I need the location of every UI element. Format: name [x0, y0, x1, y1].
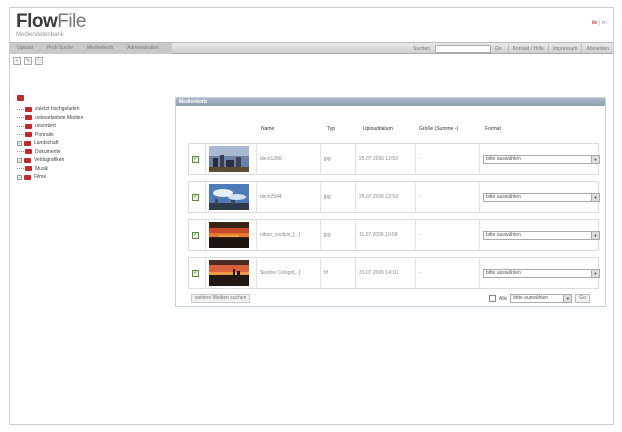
folder-icon [25, 123, 32, 129]
impressum-link[interactable]: Impressum [547, 43, 582, 54]
row-name: Skyline Cologn[...] [257, 258, 321, 288]
nav-right: Suchen Go Kontakt / Hilfe Impressum Abme… [413, 43, 613, 54]
new-icon[interactable]: + [13, 57, 21, 65]
sunset-photo-thumbnail[interactable] [209, 222, 249, 248]
chevron-down-icon: ▼ [563, 295, 572, 302]
folder-icon [24, 140, 31, 146]
row-date: 11.07.2006 10:58 [356, 220, 416, 250]
col-size[interactable]: Größe (Summe -) [419, 126, 458, 132]
tree-item-films[interactable]: + Filme [17, 173, 157, 182]
select-all-checkbox[interactable] [489, 295, 496, 302]
tree-item-unsorted[interactable]: unsortiert [17, 122, 157, 131]
row-size: - [416, 182, 480, 212]
sky-photo-thumbnail[interactable] [209, 184, 249, 210]
row-checkbox[interactable]: ✓ [192, 231, 199, 239]
row-date: 25.07.2006 12:53 [356, 182, 416, 212]
chevron-down-icon: ▼ [591, 155, 599, 163]
tree-item-recent[interactable]: zuletzt hochgeladen [17, 105, 157, 114]
media-basket-panel: Medienkorb Name Typ Uploaddatum Größe (S… [175, 97, 606, 307]
row-type: jpg [321, 220, 356, 250]
logout-link[interactable]: Abmelden [581, 43, 613, 54]
expand-icon[interactable]: + [17, 157, 22, 163]
search-go-button[interactable]: Go [495, 46, 502, 52]
edit-icon[interactable]: ✎ [24, 57, 32, 65]
expand-icon[interactable]: + [17, 174, 22, 180]
main-navigation: Upload Profi-Suche Medienkorb Administra… [10, 42, 613, 54]
row-size: - [416, 220, 480, 250]
chevron-down-icon: ▼ [591, 193, 599, 201]
col-type[interactable]: Typ [327, 126, 335, 132]
folder-icon [25, 132, 32, 138]
search-input[interactable] [434, 44, 491, 53]
col-format[interactable]: Format [485, 126, 501, 132]
language-switch: de | en [591, 20, 607, 26]
folder-icon [25, 106, 32, 112]
logo[interactable]: FlowFile Mediendatenbank [16, 12, 86, 38]
row-type: jpg [321, 144, 356, 174]
row-type: tif [321, 258, 356, 288]
format-select[interactable]: bitte auswählen ▼ [483, 230, 600, 240]
table-row: ✓ dscn2544 jpg 25.07.2006 12:53 - bitte … [188, 181, 600, 213]
table-row: ✓ nikon_coolpix_[...] jpg 11.07.2006 10:… [188, 219, 600, 251]
tab-medienkorb[interactable]: Medienkorb [80, 43, 120, 54]
tab-administration[interactable]: Administration [120, 43, 166, 54]
format-select[interactable]: bitte auswählen ▼ [483, 268, 600, 278]
col-upload-date[interactable]: Uploaddatum [363, 126, 393, 132]
lang-en-link[interactable]: en [601, 20, 607, 26]
tree-item-graphics[interactable]: + Veldugrafiken [17, 156, 157, 165]
bulk-format-select[interactable]: bitte auswählen ▼ [510, 294, 573, 303]
tab-profi-suche[interactable]: Profi-Suche [40, 43, 80, 54]
row-checkbox[interactable]: ✓ [192, 269, 199, 277]
panel-title: Medienkorb [176, 98, 605, 106]
search-label: Suchen [412, 45, 430, 52]
folder-icon [25, 115, 32, 121]
tree-item-music[interactable]: Musik [17, 165, 157, 174]
bulk-format-controls: Alle bitte auswählen ▼ Go [489, 294, 591, 303]
chevron-down-icon: ▼ [591, 231, 599, 239]
row-name: nikon_coolpix_[...] [257, 220, 321, 250]
tree-item-documents[interactable]: Dokumente [17, 148, 157, 157]
tree-item-portraits[interactable]: Portraits [17, 131, 157, 140]
folder-icon [25, 166, 32, 172]
folder-icon [24, 174, 31, 180]
logo-text: FlowFile [16, 11, 86, 32]
logo-subtitle: Mediendatenbank [16, 32, 64, 38]
row-checkbox[interactable]: ✓ [192, 155, 199, 163]
select-all-label: Alle [499, 295, 508, 302]
header: FlowFile Mediendatenbank de | en [10, 8, 613, 42]
folder-icon [25, 149, 32, 155]
toolbar: + ✎ □ [13, 57, 43, 65]
row-type: jpg [321, 182, 356, 212]
row-checkbox[interactable]: ✓ [192, 193, 199, 201]
expand-icon[interactable]: + [17, 140, 22, 146]
format-select[interactable]: bitte auswählen ▼ [483, 192, 600, 202]
view-icon[interactable]: □ [35, 57, 43, 65]
format-select[interactable]: bitte auswählen ▼ [483, 154, 600, 164]
row-size: - [416, 258, 480, 288]
nav-tabs: Upload Profi-Suche Medienkorb Administra… [10, 43, 172, 54]
skyline-photo-thumbnail[interactable] [209, 260, 249, 286]
row-size: - [416, 144, 480, 174]
row-name: dscn2544 [257, 182, 321, 212]
col-name[interactable]: Name [261, 126, 274, 132]
more-media-button[interactable]: weitere Medien suchen [191, 294, 251, 303]
table-row: ✓ dscn1280 jpg 25.07.2006 12:53 - bitte … [188, 143, 600, 175]
row-date: 25.07.2006 12:53 [356, 144, 416, 174]
row-date: 31.07.2006 14:10 [356, 258, 416, 288]
table-row: ✓ Skyline Cologn[...] tif 31.07.2006 14:… [188, 257, 600, 289]
folder-tree: zuletzt hochgeladen unbearbeitete Medien… [17, 95, 157, 182]
city-photo-thumbnail[interactable] [209, 146, 249, 172]
contact-help-link[interactable]: Kontakt / Hilfe [507, 43, 548, 54]
tree-root-folder-icon[interactable] [17, 95, 24, 101]
chevron-down-icon: ▼ [591, 269, 599, 277]
tab-upload[interactable]: Upload [10, 43, 40, 54]
tree-item-landscape[interactable]: + Landschaft [17, 139, 157, 148]
row-name: dscn1280 [257, 144, 321, 174]
bulk-apply-button[interactable]: Go [575, 294, 591, 303]
folder-icon [24, 157, 31, 163]
tree-item-unedited[interactable]: unbearbeitete Medien [17, 114, 157, 123]
app-window: FlowFile Mediendatenbank de | en Upload … [9, 7, 614, 425]
